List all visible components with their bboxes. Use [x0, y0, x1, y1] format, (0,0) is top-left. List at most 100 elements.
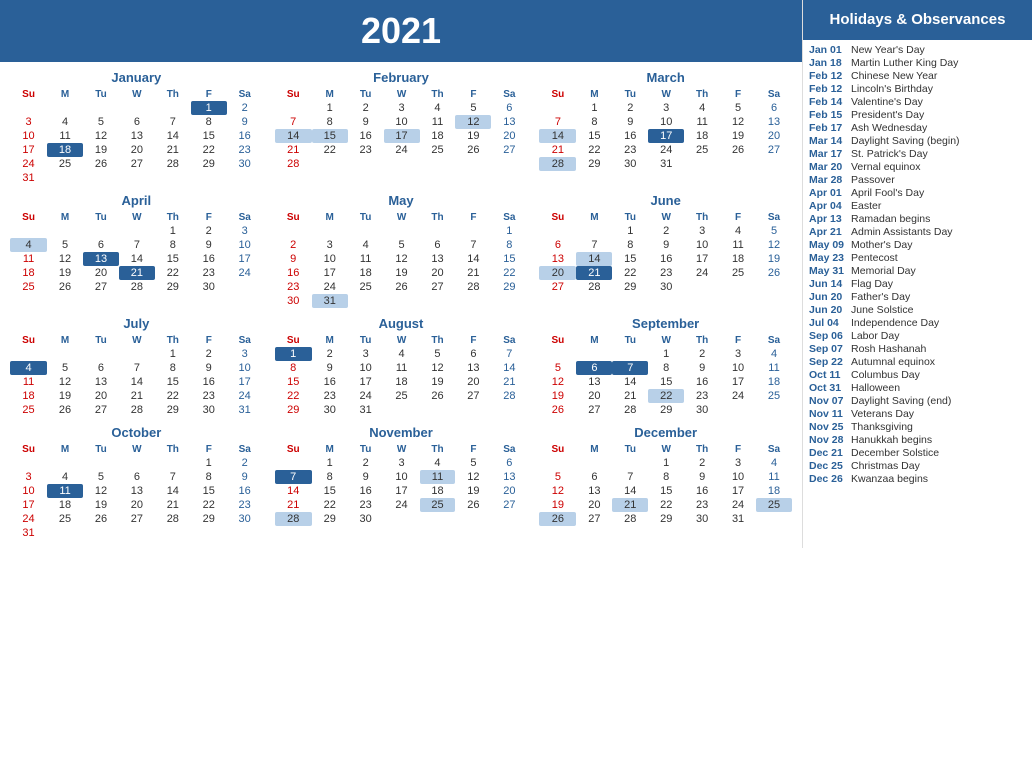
holiday-name: December Solstice: [851, 447, 939, 459]
calendar-day: 29: [155, 280, 191, 294]
day-header: M: [312, 88, 348, 101]
calendar-day: 26: [47, 403, 83, 417]
day-header: Th: [155, 88, 191, 101]
calendar-day: 9: [612, 115, 648, 129]
holiday-date: Feb 15: [809, 109, 851, 121]
calendar-day: 16: [612, 129, 648, 143]
day-header: Th: [420, 88, 456, 101]
calendar-day: 26: [455, 498, 491, 512]
calendar-day: 11: [420, 470, 456, 484]
calendar-day: [275, 224, 312, 238]
calendar-day: 1: [612, 224, 648, 238]
calendar-day: 19: [83, 143, 119, 157]
calendar-day: 26: [384, 280, 420, 294]
holiday-name: Martin Luther King Day: [851, 57, 958, 69]
holiday-item: May 23Pentecost: [809, 252, 1026, 264]
calendar-day: 24: [720, 389, 756, 403]
calendar-day: [119, 224, 155, 238]
holiday-date: Dec 21: [809, 447, 851, 459]
calendar-day: [119, 347, 155, 361]
holiday-name: Christmas Day: [851, 460, 920, 472]
day-header: M: [47, 88, 83, 101]
calendar-day: 18: [47, 498, 83, 512]
day-header: W: [648, 443, 684, 456]
calendar-day: [420, 157, 456, 171]
holiday-date: Nov 28: [809, 434, 851, 446]
calendar-day: 5: [83, 470, 119, 484]
calendar-day: 20: [455, 375, 491, 389]
calendar-day: [47, 224, 83, 238]
calendar-day: 14: [275, 484, 312, 498]
calendar-day: 4: [10, 361, 47, 375]
holiday-name: President's Day: [851, 109, 924, 121]
holiday-item: Dec 21December Solstice: [809, 447, 1026, 459]
holiday-date: Apr 21: [809, 226, 851, 238]
day-header: Su: [539, 443, 576, 456]
calendar-day: [420, 224, 456, 238]
calendar-day: [312, 224, 348, 238]
holiday-name: St. Patrick's Day: [851, 148, 928, 160]
calendar-day: 21: [455, 266, 491, 280]
calendar-day: 23: [648, 266, 684, 280]
calendar-day: 23: [227, 143, 263, 157]
calendar-day: 20: [491, 129, 527, 143]
calendar-day: 28: [576, 280, 612, 294]
calendar-day: 20: [539, 266, 576, 280]
calendar-table: SuMTuWThFSa12345678910111213141516171819…: [275, 443, 528, 526]
holiday-date: Oct 11: [809, 369, 851, 381]
calendar-day: 27: [576, 512, 612, 526]
calendar-day: 12: [47, 252, 83, 266]
day-header: Th: [155, 443, 191, 456]
calendar-day: 26: [720, 143, 756, 157]
calendar-day: [420, 512, 456, 526]
calendar-day: 18: [384, 375, 420, 389]
calendar-day: 9: [191, 238, 227, 252]
day-header: Su: [10, 88, 47, 101]
calendar-day: 26: [420, 389, 456, 403]
calendar-day: [119, 101, 155, 115]
calendar-day: 13: [756, 115, 792, 129]
calendar-day: 27: [491, 498, 527, 512]
calendar-day: 21: [155, 498, 191, 512]
calendar-day: 13: [420, 252, 456, 266]
calendar-day: 26: [539, 512, 576, 526]
calendar-day: 24: [384, 498, 420, 512]
calendar-day: 11: [756, 361, 792, 375]
holiday-date: Jun 20: [809, 291, 851, 303]
calendar-day: 2: [684, 456, 720, 470]
day-header: W: [384, 334, 420, 347]
calendar-day: 9: [684, 361, 720, 375]
calendar-day: [191, 526, 227, 540]
calendar-day: 21: [155, 143, 191, 157]
calendar-day: 22: [155, 266, 191, 280]
calendar-day: 7: [491, 347, 527, 361]
calendar-day: 30: [191, 280, 227, 294]
holiday-date: Sep 22: [809, 356, 851, 368]
calendar-day: 5: [720, 101, 756, 115]
calendar-day: 27: [756, 143, 792, 157]
calendar-day: 15: [275, 375, 312, 389]
holiday-date: Feb 12: [809, 70, 851, 82]
calendar-day: 7: [612, 361, 648, 375]
calendar-day: 16: [275, 266, 312, 280]
calendar-day: 1: [155, 224, 191, 238]
calendar-day: [227, 171, 263, 185]
calendar-day: 23: [684, 498, 720, 512]
calendar-day: 12: [539, 375, 576, 389]
calendar-day: 15: [612, 252, 648, 266]
calendar-day: 15: [312, 129, 348, 143]
calendar-day: 5: [83, 115, 119, 129]
calendar-day: [312, 157, 348, 171]
calendar-day: 7: [455, 238, 491, 252]
calendar-day: 25: [756, 498, 792, 512]
calendar-day: 29: [491, 280, 527, 294]
calendar-day: 27: [119, 157, 155, 171]
calendar-day: 15: [576, 129, 612, 143]
calendar-day: 9: [684, 470, 720, 484]
day-header: M: [576, 334, 612, 347]
calendar-day: [491, 157, 527, 171]
calendar-day: 26: [539, 403, 576, 417]
calendar-day: 12: [455, 470, 491, 484]
calendar-day: [720, 280, 756, 294]
calendar-day: 4: [384, 347, 420, 361]
